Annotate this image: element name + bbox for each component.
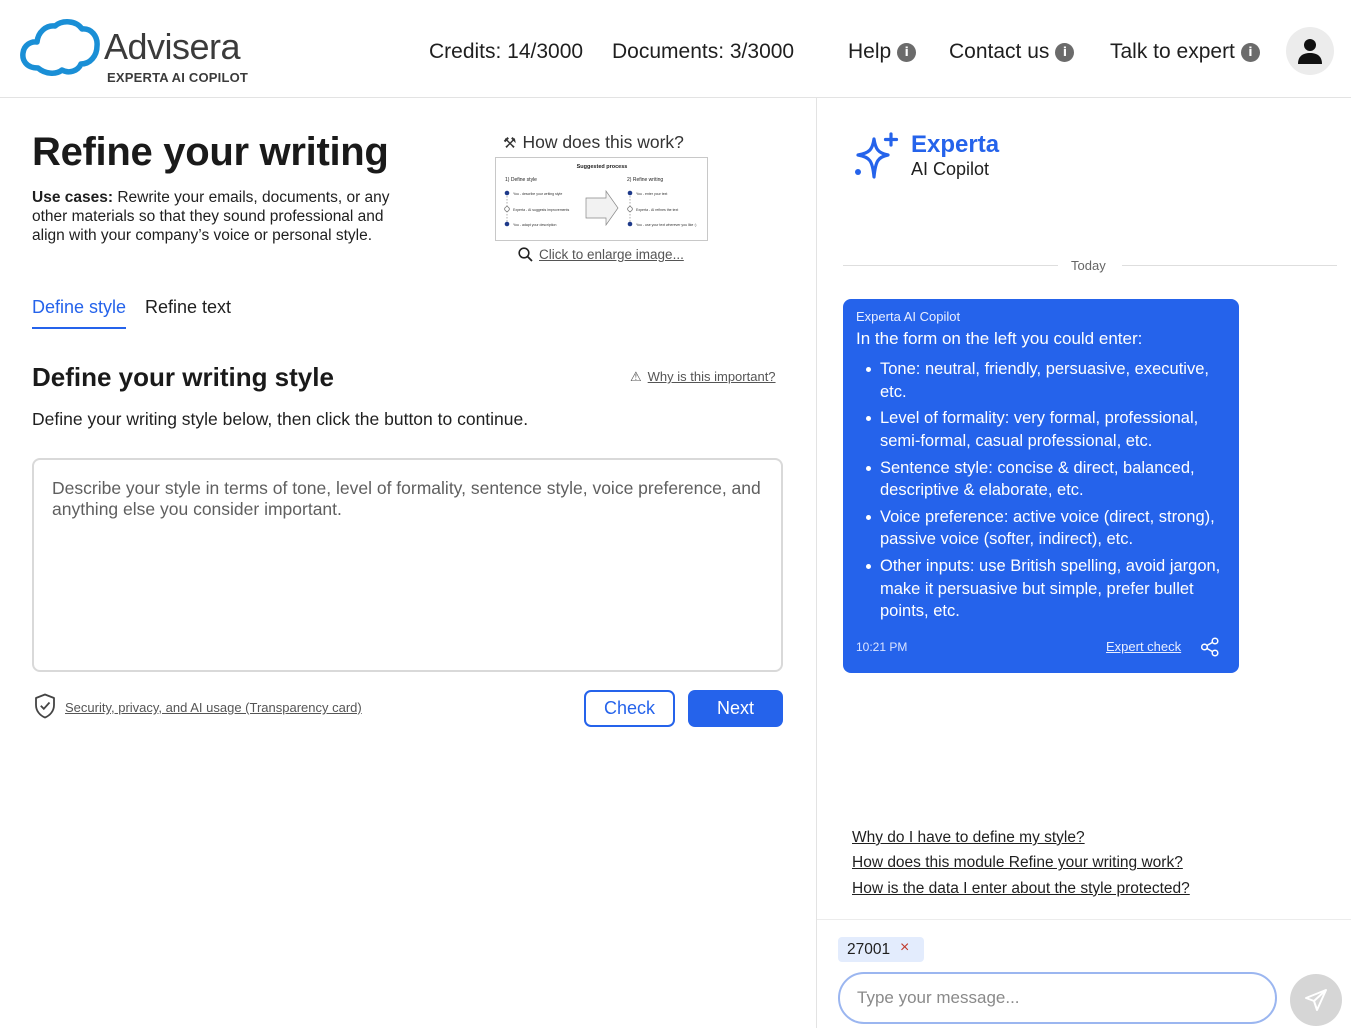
use-cases-text: Use cases: Rewrite your emails, document… (32, 188, 392, 245)
info-icon: i (1240, 43, 1260, 62)
list-item: Level of formality: very formal, profess… (866, 407, 1232, 452)
list-item: Tone: neutral, friendly, persuasive, exe… (866, 358, 1232, 403)
top-header: Advisera EXPERTA AI COPILOT Credits: 14/… (0, 0, 1351, 98)
use-cases-label: Use cases: (32, 189, 114, 206)
process-diagram: Suggested process 1) Define style 2) Ref… (504, 164, 696, 227)
expert-check-link[interactable]: Expert check (1106, 639, 1181, 654)
diagram-col1-step: Experta - AI suggests improvements (513, 208, 569, 212)
suggestion-link[interactable]: Why do I have to define my style? (852, 825, 1190, 850)
message-list: Tone: neutral, friendly, persuasive, exe… (866, 358, 1232, 627)
input-separator (817, 919, 1351, 920)
send-icon (1305, 989, 1327, 1011)
contact-us-label: Contact us (949, 40, 1050, 63)
contact-us-link[interactable]: Contact us i (949, 40, 1075, 64)
cloud-logo-icon (20, 19, 100, 76)
diagram-arrow (585, 189, 619, 227)
date-separator-line (843, 265, 1058, 266)
copilot-name: Experta (911, 131, 1000, 158)
send-button[interactable] (1290, 974, 1342, 1026)
copilot-subtitle: AI Copilot (911, 159, 990, 179)
diagram-col1-step: You - adapt your description (513, 223, 557, 227)
diagram-col1-step: You - describe your writing style (513, 192, 562, 196)
list-item: Voice preference: active voice (direct, … (866, 506, 1232, 551)
info-icon: i (1055, 43, 1075, 62)
logo-subtitle: EXPERTA AI COPILOT (107, 70, 249, 85)
enlarge-image-label[interactable]: Click to enlarge image... (539, 247, 684, 262)
close-icon[interactable]: × (900, 939, 909, 957)
credits-counter: Credits: 14/3000 (429, 40, 584, 63)
message-sender: Experta AI Copilot (856, 309, 961, 324)
diagram-heading: Suggested process (577, 164, 628, 170)
process-diagram-thumbnail[interactable]: Suggested process 1) Define style 2) Ref… (495, 157, 708, 241)
help-link[interactable]: Help i (848, 40, 917, 64)
date-separator-line (1122, 265, 1337, 266)
how-does-this-work-title: ⚒ How does this work? (503, 132, 684, 153)
suggested-questions: Why do I have to define my style? How do… (852, 825, 1190, 901)
context-chip: 27001 × (838, 937, 924, 962)
instructions-text: Define your writing style below, then cl… (32, 409, 529, 429)
shield-check-icon (35, 693, 55, 719)
message-input[interactable] (838, 972, 1277, 1024)
section-title: Define your writing style (32, 362, 334, 392)
how-title-label: How does this work? (522, 132, 684, 152)
advisera-logo[interactable]: Advisera EXPERTA AI COPILOT (20, 14, 260, 86)
talk-to-expert-link[interactable]: Talk to expert i (1110, 40, 1260, 64)
list-item: Other inputs: use British spelling, avoi… (866, 555, 1232, 623)
info-icon: i (897, 43, 917, 62)
why-link-label: Why is this important? (647, 369, 776, 384)
panel-divider (816, 98, 817, 1028)
check-button[interactable]: Check (584, 690, 675, 727)
next-button[interactable]: Next (688, 690, 783, 727)
why-is-this-important-link[interactable]: ⚠ Why is this important? (630, 369, 776, 385)
tab-refine-text[interactable]: Refine text (145, 297, 231, 318)
logo-name: Advisera (104, 26, 241, 67)
diagram-col2-title: 2) Refine writing (627, 177, 663, 183)
chip-value: 27001 (847, 941, 891, 958)
sparkle-icon (855, 132, 899, 179)
talk-to-expert-label: Talk to expert (1110, 40, 1235, 63)
style-description-input[interactable] (32, 458, 783, 672)
list-item: Sentence style: concise & direct, balanc… (866, 457, 1232, 502)
diagram-col2-step: You - use your text wherever you like :) (636, 223, 696, 227)
date-separator-label: Today (1071, 258, 1106, 273)
share-icon[interactable] (1200, 637, 1220, 657)
suggestion-link[interactable]: How is the data I enter about the style … (852, 876, 1190, 901)
copilot-message-bubble: Experta AI Copilot In the form on the le… (843, 299, 1239, 673)
message-timestamp: 10:21 PM (856, 640, 908, 654)
user-icon (1298, 39, 1322, 64)
message-intro: In the form on the left you could enter: (856, 329, 1143, 348)
page-title: Refine your writing (32, 130, 389, 174)
tools-icon: ⚒ (503, 135, 517, 152)
suggestion-link[interactable]: How does this module Refine your writing… (852, 850, 1190, 875)
diagram-col2-step: Experta - AI refines the text (636, 208, 678, 212)
documents-counter: Documents: 3/3000 (612, 40, 795, 63)
user-avatar-button[interactable] (1286, 27, 1334, 75)
diagram-col2-step: You - enter your text (636, 192, 667, 196)
enlarge-image-link[interactable]: Click to enlarge image... (518, 247, 684, 262)
magnifier-icon (518, 247, 533, 262)
warning-icon: ⚠ (630, 369, 642, 384)
help-label: Help (848, 40, 892, 63)
transparency-card-label[interactable]: Security, privacy, and AI usage (Transpa… (65, 700, 362, 715)
tab-define-style[interactable]: Define style (32, 297, 127, 329)
diagram-col1-title: 1) Define style (505, 177, 537, 183)
